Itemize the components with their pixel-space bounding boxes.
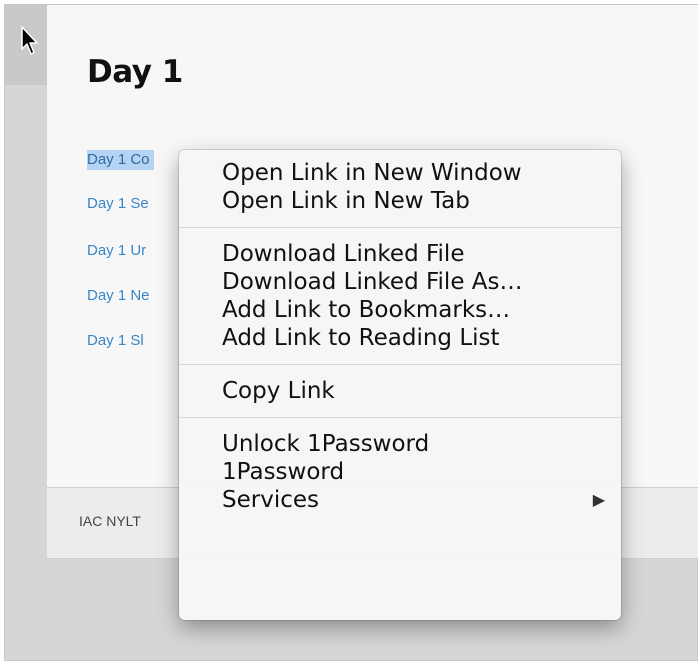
link-day1-co[interactable]: Day 1 Co	[87, 150, 154, 170]
menu-services-label: Services	[222, 487, 319, 513]
menu-unlock-1password[interactable]: Unlock 1Password	[179, 430, 621, 458]
link-day1-se[interactable]: Day 1 Se	[87, 194, 149, 214]
footer-text: IAC NYLT	[79, 513, 141, 529]
context-menu: Open Link in New Window Open Link in New…	[179, 150, 621, 620]
menu-services[interactable]: Services ▶	[179, 486, 621, 514]
menu-open-new-window[interactable]: Open Link in New Window	[179, 159, 621, 187]
menu-separator	[179, 417, 621, 418]
link-day1-ne[interactable]: Day 1 Ne	[87, 286, 150, 306]
menu-1password[interactable]: 1Password	[179, 458, 621, 486]
link-day1-ur[interactable]: Day 1 Ur	[87, 241, 146, 261]
menu-open-new-tab[interactable]: Open Link in New Tab	[179, 187, 621, 215]
menu-download-linked-file-as[interactable]: Download Linked File As…	[179, 268, 621, 296]
arrow-cursor-icon	[21, 26, 38, 55]
menu-add-link-bookmarks[interactable]: Add Link to Bookmarks…	[179, 296, 621, 324]
chevron-right-icon: ▶	[592, 490, 605, 509]
menu-separator	[179, 364, 621, 365]
menu-separator	[179, 227, 621, 228]
left-gutter-lower	[5, 85, 47, 559]
link-day1-sl[interactable]: Day 1 Sl	[87, 331, 144, 351]
menu-add-link-reading-list[interactable]: Add Link to Reading List	[179, 324, 621, 352]
menu-copy-link[interactable]: Copy Link	[179, 377, 621, 405]
menu-download-linked-file[interactable]: Download Linked File	[179, 240, 621, 268]
page-title: Day 1	[87, 54, 183, 90]
